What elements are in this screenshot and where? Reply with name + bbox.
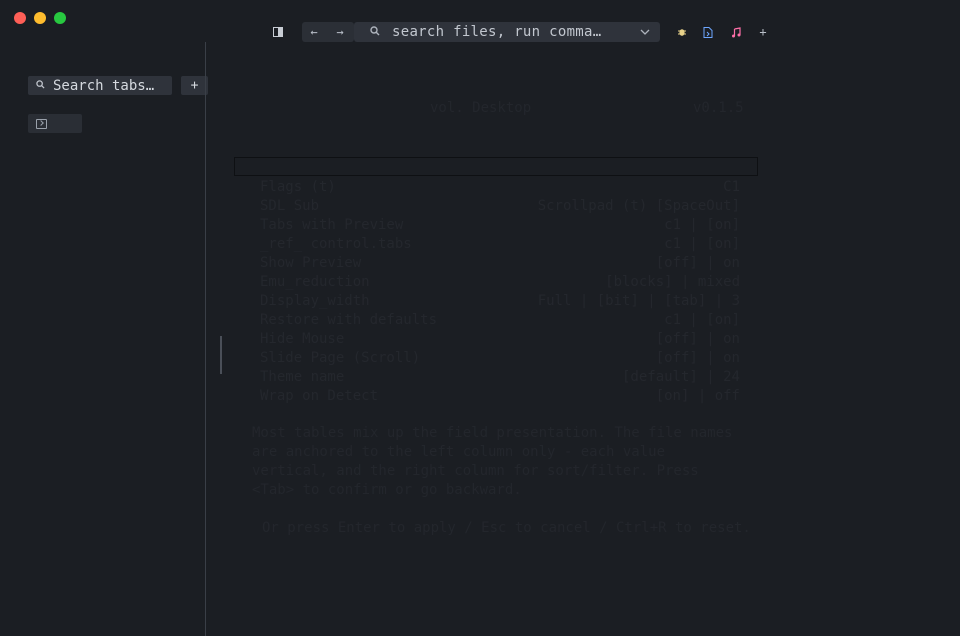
row-key: SDL Sub — [260, 198, 320, 214]
table-row: Flags (t) C1 — [260, 179, 740, 198]
row-value: c1 | [on] — [664, 312, 740, 328]
row-key: Restore with defaults — [260, 312, 438, 328]
table-row: Tabs with Preview c1 | [on] — [260, 217, 740, 236]
row-value: [default] | 24 — [621, 369, 740, 385]
plus-icon: + — [759, 25, 767, 39]
table-row: Restore with defaults c1 | [on] — [260, 312, 740, 331]
row-value: c1 | [on] — [664, 236, 740, 252]
close-window-button[interactable] — [14, 12, 26, 24]
table-row: SDL Sub Scrollpad (t) [SpaceOut] — [260, 198, 740, 217]
hint-line: Or press Enter to apply / Esc to cancel … — [262, 520, 751, 536]
row-value: Full | [bit] | [tab] | 3 — [537, 293, 740, 309]
file-code-icon — [703, 26, 713, 38]
row-key: _ref_ control.tabs — [260, 236, 412, 252]
row-value: [on] | off — [655, 388, 740, 404]
chevron-down-icon[interactable] — [640, 26, 650, 39]
faint-version: v0.1.5 — [693, 100, 744, 116]
maximize-window-button[interactable] — [54, 12, 66, 24]
back-button[interactable]: ← — [302, 22, 326, 42]
command-palette-input[interactable]: search files, run comma… — [354, 22, 660, 42]
table-row: Display_width Full | [bit] | [tab] | 3 — [260, 293, 740, 312]
table-row: Wrap on Detect [on] | off — [260, 388, 740, 407]
search-tabs-input[interactable]: Search tabs… — [28, 76, 172, 95]
row-value: [off] | on — [655, 331, 740, 347]
table-row: Emu_reduction [blocks] | mixed — [260, 274, 740, 293]
command-placeholder: search files, run comma… — [392, 24, 602, 40]
forward-button[interactable]: → — [328, 22, 352, 42]
new-tab-button[interactable]: + — [181, 76, 208, 95]
row-key: Display_width — [260, 293, 370, 309]
search-tabs-placeholder: Search tabs… — [53, 77, 155, 94]
sidebar-divider[interactable] — [205, 42, 206, 636]
settings-table: Flags (t) C1 SDL Sub Scrollpad (t) [SpaceO… — [260, 179, 740, 407]
row-key: Slide Page (Scroll) — [260, 350, 421, 366]
scrollbar-thumb[interactable] — [220, 336, 222, 374]
row-value: [blocks] | mixed — [605, 274, 740, 290]
row-key: Wrap on Detect — [260, 388, 379, 404]
minimize-window-button[interactable] — [34, 12, 46, 24]
bug-icon — [678, 29, 686, 36]
row-value: Scrollpad (t) [SpaceOut] — [537, 198, 740, 214]
music-icon — [732, 26, 741, 37]
bug-extension-button[interactable] — [674, 22, 690, 42]
terminal-icon — [36, 118, 47, 129]
row-key: Flags (t) — [260, 179, 336, 195]
table-row: Show Preview [off] | on — [260, 255, 740, 274]
selection-box — [234, 157, 758, 176]
search-icon — [36, 79, 45, 92]
row-key: Tabs with Preview — [260, 217, 404, 233]
row-key: Show Preview — [260, 255, 362, 271]
row-value: c1 | [on] — [664, 217, 740, 233]
description-paragraph: Most tables mix up the field presentatio… — [252, 425, 733, 498]
row-key: Emu_reduction — [260, 274, 370, 290]
table-row: Slide Page (Scroll) [off] | on — [260, 350, 740, 369]
title-bar: ← → search files, run comma… + — [0, 0, 960, 42]
table-row: Theme name [default] | 24 — [260, 369, 740, 388]
add-button[interactable]: + — [756, 22, 770, 42]
row-key: Hide Mouse — [260, 331, 345, 347]
row-value: [off] | on — [655, 255, 740, 271]
arrow-left-icon: ← — [310, 25, 318, 39]
sidebar-tab-terminal[interactable] — [28, 114, 82, 133]
faint-title: vol. Desktop — [430, 100, 532, 116]
row-key: Theme name — [260, 369, 345, 385]
row-value: C1 — [723, 179, 740, 195]
plus-icon: + — [190, 78, 199, 93]
table-row: _ref_ control.tabs c1 | [on] — [260, 236, 740, 255]
sidebar-toggle-button[interactable] — [268, 22, 288, 42]
file-code-extension-button[interactable] — [700, 22, 716, 42]
search-icon — [370, 25, 380, 39]
table-row: Hide Mouse [off] | on — [260, 331, 740, 350]
arrow-right-icon: → — [336, 25, 344, 39]
row-value: [off] | on — [655, 350, 740, 366]
music-extension-button[interactable] — [728, 22, 744, 42]
sidebar-icon — [273, 27, 283, 37]
